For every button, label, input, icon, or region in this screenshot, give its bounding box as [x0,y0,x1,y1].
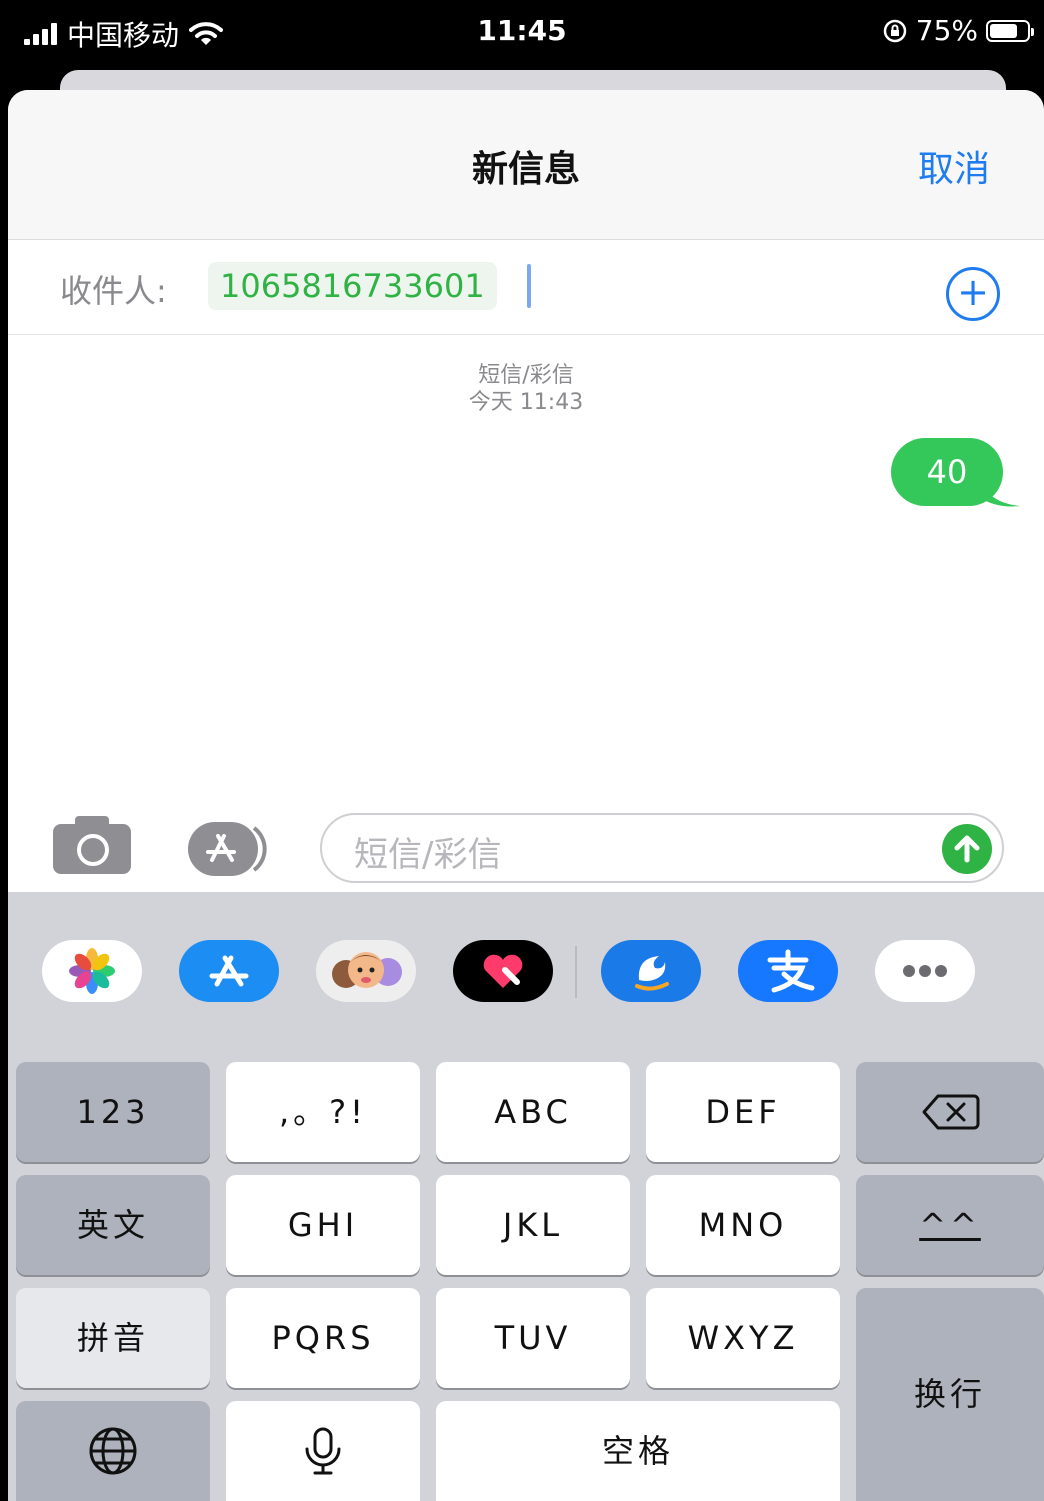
key-emoticon[interactable]: ^^ [856,1175,1044,1275]
text-cursor [527,264,531,308]
battery-percentage: 75% [915,14,978,47]
new-message-sheet: 新信息 取消 收件人: 1065816733601 + 短信/彩信 今天 11:… [8,90,1044,1501]
key-pqrs[interactable]: PQRS [226,1288,420,1388]
globe-icon [89,1427,137,1475]
microphone-icon [305,1427,341,1475]
recipient-label: 收件人: [60,272,167,310]
cancel-button[interactable]: 取消 [918,140,990,192]
key-123[interactable]: 123 [16,1062,210,1162]
battery-icon [986,19,1034,42]
memoji-icon[interactable] [316,940,416,1002]
globe-key[interactable] [16,1401,210,1501]
service-label: 短信/彩信 [478,363,574,388]
compose-bar: 短信/彩信 [8,808,1044,893]
key-ghi[interactable]: GHI [226,1175,420,1275]
page-title: 新信息 [471,149,580,190]
app-store-toggle-icon[interactable] [188,822,270,876]
key-mno[interactable]: MNO [646,1175,840,1275]
message-bubble[interactable]: 40 [891,438,1003,506]
digital-touch-icon[interactable] [453,940,553,1002]
message-input-placeholder: 短信/彩信 [354,835,502,875]
key-pinyin[interactable]: 拼音 [16,1288,210,1388]
key-tuv[interactable]: TUV [436,1288,630,1388]
dolphin-app-icon[interactable] [601,940,701,1002]
send-button[interactable] [942,824,992,874]
message-timestamp: 今天 11:43 [468,390,584,415]
delete-key[interactable] [856,1062,1044,1162]
recipient-chip[interactable]: 1065816733601 [208,262,497,310]
backspace-icon [922,1094,980,1130]
message-meta: 短信/彩信 今天 11:43 [8,362,1044,416]
camera-icon[interactable] [53,816,131,874]
app-divider [575,946,577,998]
key-abc[interactable]: ABC [436,1062,630,1162]
key-english[interactable]: 英文 [16,1175,210,1275]
key-wxyz[interactable]: WXYZ [646,1288,840,1388]
more-apps-icon[interactable] [875,940,975,1002]
app-drawer [8,892,1044,1052]
message-input[interactable]: 短信/彩信 [320,813,1004,883]
app-store-icon[interactable] [179,940,279,1002]
navigation-bar: 新信息 取消 [8,90,1044,240]
status-bar: 中国移动 11:45 75% [0,0,1044,70]
photos-app-icon[interactable] [42,940,142,1002]
orientation-lock-icon [883,19,907,42]
space-key[interactable]: 空格 [436,1401,840,1501]
key-punctuation[interactable]: ,。?! [226,1062,420,1162]
key-def[interactable]: DEF [646,1062,840,1162]
key-jkl[interactable]: JKL [436,1175,630,1275]
alipay-icon[interactable] [738,940,838,1002]
return-key[interactable]: 换行 [856,1288,1044,1501]
add-contact-icon[interactable]: + [946,267,1000,321]
microphone-key[interactable] [226,1401,420,1501]
recipient-field[interactable]: 收件人: 1065816733601 + [8,240,1044,335]
arrow-up-icon [954,835,980,863]
keyboard: 123 ,。?! ABC DEF 英文 GHI JKL MNO ^^ 拼音 PQ… [8,892,1044,1501]
